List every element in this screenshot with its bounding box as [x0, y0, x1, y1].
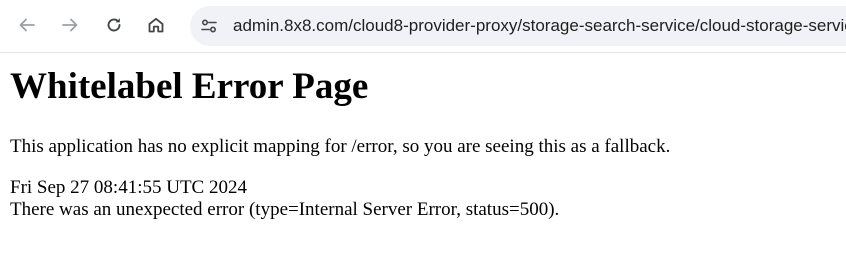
error-timestamp: Fri Sep 27 08:41:55 UTC 2024: [10, 177, 247, 198]
browser-toolbar: admin.8x8.com/cloud8-provider-proxy/stor…: [0, 0, 846, 52]
page-content: Whitelabel Error Page This application h…: [10, 62, 840, 220]
url-text[interactable]: admin.8x8.com/cloud8-provider-proxy/stor…: [233, 15, 846, 37]
home-button[interactable]: [139, 8, 173, 42]
home-icon: [148, 17, 164, 33]
reload-icon: [107, 18, 121, 32]
site-info-button[interactable]: [199, 16, 219, 36]
forward-button[interactable]: [53, 8, 87, 42]
error-details: Fri Sep 27 08:41:55 UTC 2024 There was a…: [10, 177, 559, 221]
site-settings-icon: [201, 19, 217, 33]
back-button[interactable]: [10, 8, 44, 42]
reload-button[interactable]: [97, 8, 131, 42]
error-message: There was an unexpected error (type=Inte…: [10, 199, 560, 220]
address-bar[interactable]: admin.8x8.com/cloud8-provider-proxy/stor…: [190, 6, 846, 46]
back-arrow-icon: [19, 18, 35, 32]
toolbar-divider: [0, 52, 846, 53]
error-explanation: This application has no explicit mapping…: [10, 136, 671, 157]
forward-arrow-icon: [62, 18, 78, 32]
page-title: Whitelabel Error Page: [10, 66, 369, 107]
